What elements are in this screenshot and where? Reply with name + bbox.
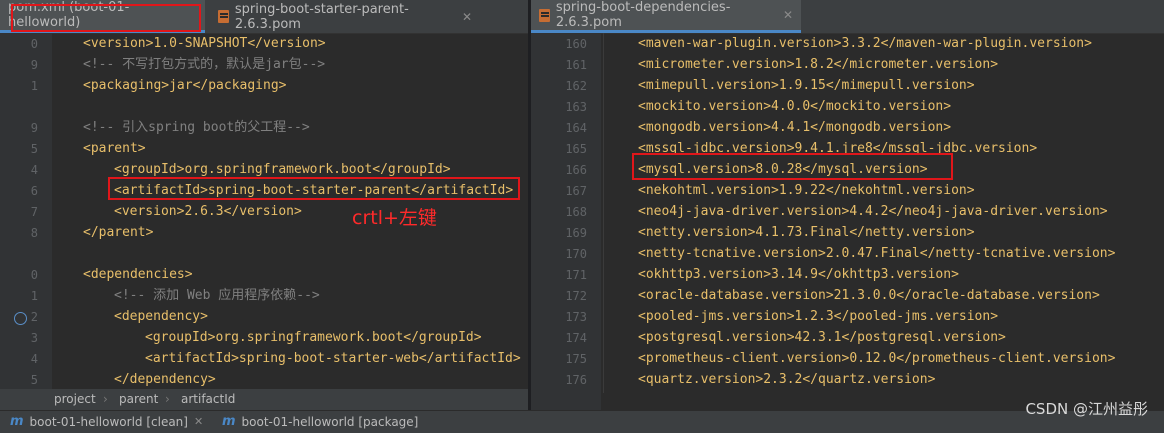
line-number: 170 — [565, 247, 587, 261]
xml-file-icon — [218, 10, 229, 23]
tab-starter-parent-label: spring-boot-starter-parent-2.6.3.pom — [234, 1, 409, 32]
code-line: <pooled-jms.version>1.2.3</pooled-jms.ve… — [638, 309, 999, 324]
right-tab-bar: spring-boot-dependencies-2.6.3.pom ✕ — [531, 0, 1164, 34]
code-line: <mongodb.version>4.4.1</mongodb.version> — [638, 120, 952, 135]
code-line: <mimepull.version>1.9.15</mimepull.versi… — [638, 78, 975, 93]
code-line: <netty-tcnative.version>2.0.47.Final</ne… — [638, 246, 1116, 261]
mysql-version-highlight-box — [632, 153, 953, 180]
line-number — [0, 97, 38, 118]
code-comment-line: <!-- 不写打包方式的，默认是jar包--> — [83, 57, 326, 72]
line-number: 161 — [565, 58, 587, 72]
code-line: <okhttp3.version>3.14.9</okhttp3.version… — [638, 267, 959, 282]
run-tab-package[interactable]: m boot-01-helloworld [package] — [222, 411, 418, 433]
close-icon[interactable]: ✕ — [783, 8, 793, 22]
line-number: 164 — [565, 121, 587, 135]
tab-dependencies-pom[interactable]: spring-boot-dependencies-2.6.3.pom ✕ — [531, 0, 801, 33]
line-number: 1 — [30, 79, 38, 93]
line-number: 169 — [565, 226, 587, 240]
code-line: <dependencies> — [83, 267, 193, 282]
run-tool-bar: m boot-01-helloworld [clean] ✕ m boot-01… — [0, 410, 1164, 433]
run-tab-package-label: boot-01-helloworld [package] — [241, 415, 419, 429]
watermark: CSDN @江州益彤 — [1025, 400, 1148, 418]
code-line: <oracle-database.version>21.3.0.0</oracl… — [638, 288, 1100, 303]
line-number: 9 — [30, 121, 38, 135]
code-line: </dependency> — [114, 372, 216, 387]
right-gutter: 160 161 162 163 164 165 166 167 168 169 170 171 172 1… — [531, 33, 601, 410]
code-comment-line: <!-- 引入spring boot的父工程--> — [83, 120, 310, 135]
code-line: <prometheus-client.version>0.12.0</prome… — [638, 351, 1116, 366]
code-line: <packaging>jar</packaging> — [83, 78, 287, 93]
xml-file-icon — [539, 8, 550, 22]
indent-guide — [603, 33, 604, 393]
line-number: 168 — [565, 205, 587, 219]
line-number: 9 — [30, 58, 38, 72]
code-line: </parent> — [83, 225, 154, 240]
code-line: <version>2.6.3</version> — [114, 204, 302, 219]
code-line: <groupId>org.springframework.boot</group… — [145, 330, 482, 345]
run-tab-clean-label: boot-01-helloworld [clean] — [29, 415, 188, 429]
code-comment-line: <!-- 添加 Web 应用程序依赖--> — [114, 288, 320, 303]
line-number: 5 — [30, 373, 38, 387]
line-number: 5 — [30, 142, 38, 156]
right-code-area[interactable]: <maven-war-plugin.version>3.3.2</maven-w… — [601, 33, 1164, 410]
line-number: 174 — [565, 331, 587, 345]
line-number: 8 — [30, 226, 38, 240]
line-number: 163 — [565, 100, 587, 114]
line-number: 173 — [565, 310, 587, 324]
breadcrumb-project[interactable]: project — [54, 389, 96, 410]
code-line: <maven-war-plugin.version>3.3.2</maven-w… — [638, 36, 1092, 51]
breadcrumb: project › parent › artifactId — [0, 389, 528, 410]
line-number: 166 — [565, 163, 587, 177]
code-line: <neo4j-java-driver.version>4.4.2</neo4j-… — [638, 204, 1108, 219]
left-editor-pane: pom.xml (boot-01-helloworld) spring-boot… — [0, 0, 528, 410]
line-number: 4 — [30, 352, 38, 366]
line-number: 7 — [30, 205, 38, 219]
code-line: <dependency> — [114, 309, 208, 324]
code-line: <nekohtml.version>1.9.22</nekohtml.versi… — [638, 183, 975, 198]
breadcrumb-separator: › — [165, 392, 170, 406]
breadcrumb-artifactid[interactable]: artifactId — [181, 389, 235, 410]
code-line: <version>1.0-SNAPSHOT</version> — [83, 36, 326, 51]
line-number: 175 — [565, 352, 587, 366]
code-line: <micrometer.version>1.8.2</micrometer.ve… — [638, 57, 999, 72]
navigate-parent-icon[interactable] — [14, 312, 27, 325]
line-number: 1 — [30, 289, 38, 303]
line-number: 6 — [30, 184, 38, 198]
tab-highlight-box — [11, 4, 201, 32]
code-line: <netty.version>4.1.73.Final</netty.versi… — [638, 225, 975, 240]
line-number: 0 — [30, 268, 38, 282]
maven-icon: m — [10, 414, 24, 429]
close-icon[interactable]: ✕ — [462, 10, 472, 24]
breadcrumb-separator: › — [103, 392, 108, 406]
code-line: <quartz.version>2.3.2</quartz.version> — [638, 372, 936, 387]
line-number — [0, 244, 38, 265]
line-number: 4 — [30, 163, 38, 177]
line-number: 160 — [565, 37, 587, 51]
line-number: 176 — [565, 373, 587, 387]
line-number: 171 — [565, 268, 587, 282]
code-line: <artifactId>spring-boot-starter-web</art… — [145, 351, 521, 366]
line-number: 0 — [30, 37, 38, 51]
right-editor-pane: spring-boot-dependencies-2.6.3.pom ✕ 160… — [531, 0, 1164, 410]
line-number: 3 — [30, 331, 38, 345]
code-line: <parent> — [83, 141, 146, 156]
line-number: 172 — [565, 289, 587, 303]
ctrl-click-annotation: crtl+左键 — [352, 207, 437, 229]
left-gutter: 091954678012345 — [0, 33, 52, 410]
line-number: 167 — [565, 184, 587, 198]
breadcrumb-parent[interactable]: parent — [119, 389, 158, 410]
line-number: 162 — [565, 79, 587, 93]
run-tab-clean[interactable]: m boot-01-helloworld [clean] ✕ — [10, 411, 203, 433]
tab-dependencies-label: spring-boot-dependencies-2.6.3.pom — [555, 0, 731, 30]
code-line: <mockito.version>4.0.0</mockito.version> — [638, 99, 952, 114]
left-code-area[interactable]: <version>1.0-SNAPSHOT</version> <!-- 不写打包… — [52, 33, 528, 410]
maven-icon: m — [222, 414, 236, 429]
code-line: <postgresql.version>42.3.1</postgresql.v… — [638, 330, 1006, 345]
tab-starter-parent-pom[interactable]: spring-boot-starter-parent-2.6.3.pom ✕ — [210, 0, 480, 33]
line-number: 165 — [565, 142, 587, 156]
artifactid-highlight-box — [108, 177, 520, 200]
close-icon[interactable]: ✕ — [194, 411, 203, 433]
